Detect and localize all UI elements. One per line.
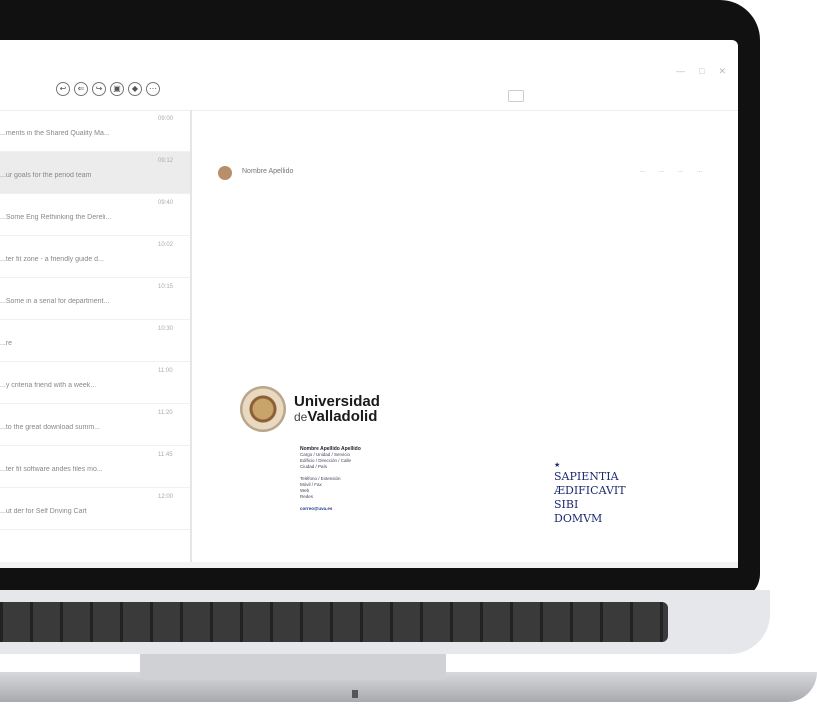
email-signature: Nombre Apellido Apellido Cargo / Unidad … (300, 446, 420, 512)
list-item[interactable]: ...Some Eng Rethinking the Dereli... 09:… (0, 194, 190, 236)
more-action[interactable]: ... (697, 168, 702, 174)
star-icon: ★ (554, 461, 561, 469)
reply-all-action[interactable]: ... (659, 168, 664, 174)
reply-action[interactable]: ... (640, 168, 645, 174)
keyboard (0, 602, 668, 642)
list-item[interactable]: ...to the great download summ... 11:20 (0, 404, 190, 446)
motto-line: ÆDIFICAVIT (554, 484, 626, 497)
mail-time: 11:00 (158, 368, 173, 374)
mail-subject: ...ter fit zone - a friendly guide d... (0, 256, 104, 263)
mail-time: 11:20 (158, 410, 173, 416)
mail-time: 10:15 (158, 284, 174, 290)
mail-time: 09:40 (158, 200, 174, 206)
tag-icon[interactable]: ◆ (128, 82, 142, 96)
panel-toggle-icon[interactable] (508, 90, 524, 102)
mail-subject: ...to the great download summ... (0, 424, 100, 431)
university-seal-icon (240, 386, 286, 432)
reply-all-icon[interactable]: ⇐ (74, 82, 88, 96)
mail-subject: ...y criteria friend with a week... (0, 382, 97, 389)
university-name-line1: Universidad (294, 393, 380, 410)
mail-subject: ...Some in a serial for department... (0, 298, 110, 305)
university-logo: Universidad deValladolid (240, 386, 380, 432)
mail-subject: ...ter fit software andes files mo... (0, 466, 103, 473)
motto-line: SIBI (554, 498, 579, 511)
notch (352, 690, 358, 698)
list-item[interactable]: ...y criteria friend with a week... 11:0… (0, 362, 190, 404)
reply-icon[interactable]: ↩ (56, 82, 70, 96)
mail-subject: ...re (0, 340, 13, 347)
sender-name: Nombre Apellido (242, 168, 294, 175)
forward-action[interactable]: ... (678, 168, 683, 174)
mail-time: 10:02 (158, 242, 174, 248)
reading-pane: Nombre Apellido ... ... ... ... Universi… (198, 110, 738, 568)
mail-time: 12:00 (158, 494, 174, 500)
mail-time: 10:30 (158, 326, 174, 332)
list-item[interactable]: ...ur goals for the period team 09:12 (0, 152, 190, 194)
list-item[interactable]: ...ments in the Shared Quality Ma... 09:… (0, 110, 190, 152)
laptop-bezel: ↩ ⇐ ↪ ▣ ◆ ⋯ — □ ✕ ...ments in the Shared… (0, 0, 760, 600)
list-item[interactable]: ...re 10:30 (0, 320, 190, 362)
mail-subject: ...ut der for Self Driving Cart (0, 508, 87, 515)
university-name-de: de (294, 410, 308, 424)
maximize-icon[interactable]: □ (699, 66, 704, 77)
mail-time: 09:00 (158, 116, 174, 122)
minimize-icon[interactable]: — (676, 66, 685, 77)
reading-actions: ... ... ... ... (640, 168, 702, 174)
university-name-line2: Valladolid (307, 408, 378, 425)
university-motto: ★ SAPIENTIA ÆDIFICAVIT SIBI DOMVM (554, 460, 626, 526)
mail-time: 11:45 (158, 452, 173, 458)
close-icon[interactable]: ✕ (718, 66, 726, 77)
trackpad (140, 654, 446, 680)
list-item[interactable]: ...Some in a serial for department... 10… (0, 278, 190, 320)
motto-line: DOMVM (554, 512, 603, 525)
archive-icon[interactable]: ▣ (110, 82, 124, 96)
mail-time: 09:12 (158, 158, 174, 164)
more-icon[interactable]: ⋯ (146, 82, 160, 96)
window-controls: — □ ✕ (676, 66, 726, 77)
laptop-base (0, 590, 817, 712)
mail-subject: ...ur goals for the period team (0, 172, 92, 179)
message-toolbar: ↩ ⇐ ↪ ▣ ◆ ⋯ (56, 82, 160, 96)
avatar[interactable] (218, 166, 232, 180)
motto-line: SAPIENTIA (554, 470, 619, 483)
screen-bottom-edge (0, 562, 738, 568)
list-item[interactable]: ...ut der for Self Driving Cart 12:00 (0, 488, 190, 530)
forward-icon[interactable]: ↪ (92, 82, 106, 96)
app-topbar: ↩ ⇐ ↪ ▣ ◆ ⋯ — □ ✕ (0, 40, 738, 111)
signature-email-link[interactable]: correo@uva.es (300, 506, 420, 512)
mail-subject: ...ments in the Shared Quality Ma... (0, 130, 110, 137)
list-item[interactable]: ...ter fit software andes files mo... 11… (0, 446, 190, 488)
list-item[interactable]: ...ter fit zone - a friendly guide d... … (0, 236, 190, 278)
mail-subject: ...Some Eng Rethinking the Dereli... (0, 214, 112, 221)
screen: ↩ ⇐ ↪ ▣ ◆ ⋯ — □ ✕ ...ments in the Shared… (0, 40, 738, 568)
mail-list: ...ments in the Shared Quality Ma... 09:… (0, 110, 192, 568)
